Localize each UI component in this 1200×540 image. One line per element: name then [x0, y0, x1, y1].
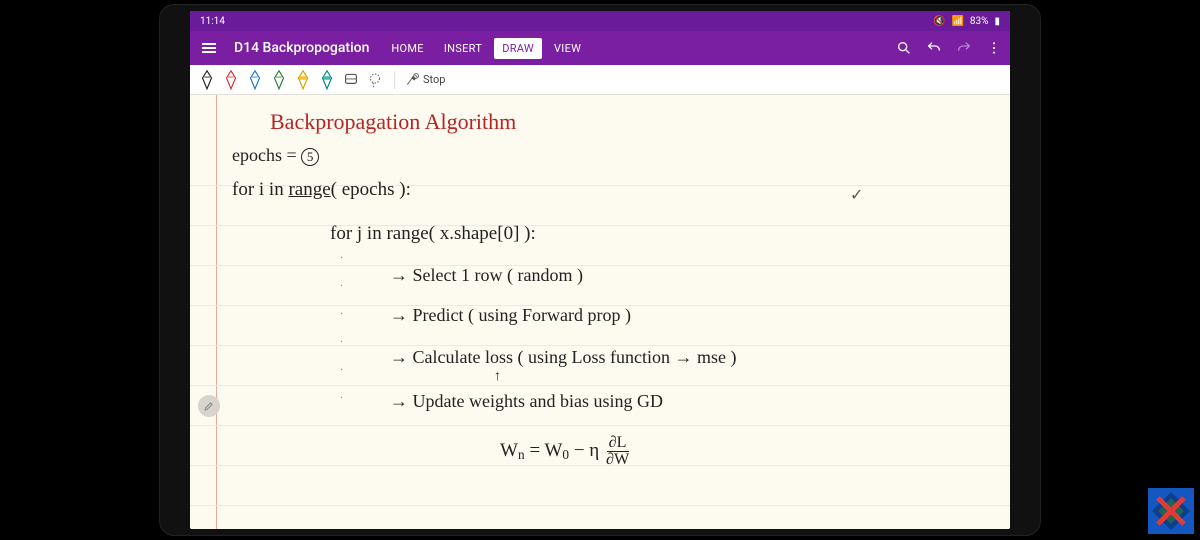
document-title: D14 Backpropogation	[234, 40, 369, 56]
page-rule	[190, 425, 1010, 426]
page-rule	[190, 505, 1010, 506]
stop-inking-button[interactable]: Stop	[405, 73, 445, 87]
battery-icon: ▮	[994, 16, 1000, 27]
mute-icon: 🔇	[933, 16, 945, 27]
pen-green[interactable]	[270, 70, 288, 90]
menu-icon[interactable]	[198, 39, 220, 57]
stray-checkmark: ✓	[850, 185, 863, 205]
tab-insert[interactable]: INSERT	[436, 38, 490, 59]
toolbar-separator	[394, 71, 395, 89]
undo-icon[interactable]	[926, 40, 942, 56]
note-line-for-j: for j in range( x.shape[0] ):	[330, 223, 536, 245]
pen-yellow[interactable]	[294, 70, 312, 90]
pen-black[interactable]	[198, 70, 216, 90]
stop-label: Stop	[423, 73, 445, 86]
edit-fab[interactable]	[198, 395, 220, 417]
app-header: D14 Backpropogation HOME INSERT DRAW VIE…	[190, 31, 1010, 65]
lasso-tool[interactable]	[366, 70, 384, 90]
page-rule	[190, 225, 1010, 226]
draw-toolbar: Stop	[190, 65, 1010, 95]
tablet-frame: 11:14 🔇 📶 83% ▮ D14 Backpropogation HOME…	[160, 5, 1040, 535]
redo-icon[interactable]	[956, 40, 972, 56]
indent-dots: ······	[340, 245, 343, 413]
overflow-icon[interactable]	[986, 40, 1002, 56]
ribbon-tabs: HOME INSERT DRAW VIEW	[383, 38, 589, 59]
note-line-epochs: epochs = 5	[232, 145, 319, 166]
note-formula: Wn = W0 − η ∂L∂W	[500, 435, 631, 468]
pen-red[interactable]	[222, 70, 240, 90]
note-bullet-select: Select 1 row ( random )	[390, 265, 583, 286]
tab-view[interactable]: VIEW	[546, 38, 589, 59]
notebook-page[interactable]: Backpropagation Algorithm epochs = 5 for…	[190, 95, 1010, 529]
page-rule	[190, 265, 1010, 266]
note-line-for-i: for i in range( epochs ):	[232, 179, 411, 201]
eraser-tool[interactable]	[342, 70, 360, 90]
page-rule	[190, 345, 1010, 346]
wifi-icon: 📶	[951, 16, 963, 27]
pen-teal[interactable]	[318, 70, 336, 90]
page-margin-line	[216, 95, 217, 529]
pen-blue[interactable]	[246, 70, 264, 90]
note-bullet-update: Update weights and bias using GD	[390, 391, 663, 412]
note-bullet-loss: Calculate loss ( using Loss function → m…	[390, 347, 736, 368]
android-status-bar: 11:14 🔇 📶 83% ▮	[190, 11, 1010, 31]
tab-home[interactable]: HOME	[383, 38, 431, 59]
note-bullet-predict: Predict ( using Forward prop )	[390, 305, 631, 326]
search-icon[interactable]	[896, 40, 912, 56]
page-rule	[190, 385, 1010, 386]
video-watermark	[1148, 488, 1194, 534]
battery-label: 83%	[970, 16, 989, 27]
tab-draw[interactable]: DRAW	[494, 38, 542, 59]
note-uparrow: ↑	[494, 369, 501, 385]
note-title: Backpropagation Algorithm	[270, 109, 516, 135]
status-time: 11:14	[200, 16, 225, 27]
app-screen: 11:14 🔇 📶 83% ▮ D14 Backpropogation HOME…	[190, 11, 1010, 529]
